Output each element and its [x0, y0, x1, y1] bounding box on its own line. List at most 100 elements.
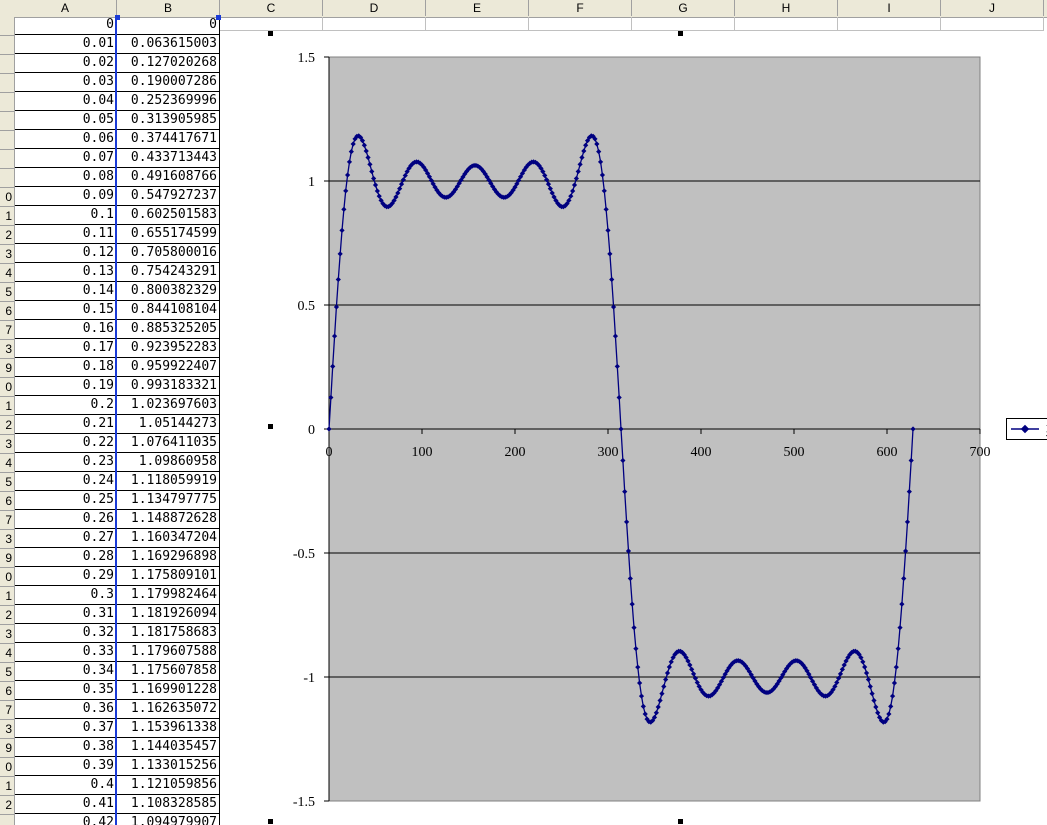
cell-b[interactable]: 1.094979907	[117, 814, 220, 825]
cell-b[interactable]: 1.108328585	[117, 795, 220, 814]
cell-a[interactable]: 0.2	[15, 396, 117, 415]
column-header-c[interactable]: C	[220, 0, 323, 16]
cell-b[interactable]: 1.133015256	[117, 757, 220, 776]
row-header[interactable]: 0	[0, 188, 14, 207]
cell-a[interactable]: 0.06	[15, 130, 117, 149]
chart-resize-handle-icon[interactable]	[268, 424, 273, 429]
cell-a[interactable]: 0.02	[15, 54, 117, 73]
column-header-g[interactable]: G	[632, 0, 735, 16]
empty-cell[interactable]	[632, 17, 735, 31]
cell-a[interactable]: 0.31	[15, 605, 117, 624]
cell-a[interactable]: 0.36	[15, 700, 117, 719]
row-header[interactable]: 5	[0, 473, 14, 492]
row-header[interactable]: 1	[0, 587, 14, 606]
row-header[interactable]: 3	[0, 340, 14, 359]
cell-b[interactable]: 1.179982464	[117, 586, 220, 605]
cell-a[interactable]: 0.08	[15, 168, 117, 187]
cell-b[interactable]: 1.160347204	[117, 529, 220, 548]
column-header-h[interactable]: H	[735, 0, 838, 16]
row-header[interactable]: 5	[0, 663, 14, 682]
cell-a[interactable]: 0.01	[15, 35, 117, 54]
row-header[interactable]: 3	[0, 245, 14, 264]
row-header[interactable]: 2	[0, 606, 14, 625]
column-header-i[interactable]: I	[838, 0, 941, 16]
cell-b[interactable]: 0.127020268	[117, 54, 220, 73]
cell-b[interactable]: 0.374417671	[117, 130, 220, 149]
cell-a[interactable]: 0.14	[15, 282, 117, 301]
cell-b[interactable]: 0.959922407	[117, 358, 220, 377]
cell-a[interactable]: 0.13	[15, 263, 117, 282]
cell-a[interactable]: 0.04	[15, 92, 117, 111]
cell-a[interactable]: 0.32	[15, 624, 117, 643]
cell-b[interactable]: 1.121059856	[117, 776, 220, 795]
row-header[interactable]: 4	[0, 454, 14, 473]
cell-b[interactable]: 1.162635072	[117, 700, 220, 719]
empty-cell[interactable]	[220, 17, 323, 31]
cell-b[interactable]: 0.547927237	[117, 187, 220, 206]
cell-a[interactable]: 0.1	[15, 206, 117, 225]
row-header[interactable]	[0, 36, 14, 55]
row-header[interactable]	[0, 169, 14, 188]
cell-a[interactable]: 0.26	[15, 510, 117, 529]
cell-a[interactable]: 0.18	[15, 358, 117, 377]
cell-a[interactable]: 0.34	[15, 662, 117, 681]
chart-resize-handle-icon[interactable]	[678, 31, 683, 36]
column-header-e[interactable]: E	[426, 0, 529, 16]
cell-a[interactable]: 0.21	[15, 415, 117, 434]
empty-cell[interactable]	[735, 17, 838, 31]
cell-a[interactable]: 0.16	[15, 320, 117, 339]
cell-b[interactable]: 1.148872628	[117, 510, 220, 529]
chart-resize-handle-icon[interactable]	[268, 31, 273, 36]
row-header[interactable]: 7	[0, 701, 14, 720]
chart-object[interactable]: 1.5 1 0.5 0 -0.5 -1 -1.5 0 100 200 300 400 500 600 700	[270, 33, 1047, 825]
cell-b[interactable]: 0.433713443	[117, 149, 220, 168]
cell-a[interactable]: 0.12	[15, 244, 117, 263]
cell-b[interactable]: 0.252369996	[117, 92, 220, 111]
cell-a[interactable]: 0.39	[15, 757, 117, 776]
cell-a[interactable]: 0.24	[15, 472, 117, 491]
cell-a[interactable]: 0.19	[15, 377, 117, 396]
row-header[interactable]: 9	[0, 549, 14, 568]
row-header[interactable]: 1	[0, 207, 14, 226]
row-header[interactable]: 3	[0, 530, 14, 549]
cell-b[interactable]: 0	[117, 17, 220, 35]
cell-b[interactable]: 1.175607858	[117, 662, 220, 681]
row-header[interactable]	[0, 150, 14, 169]
cell-b[interactable]: 1.181926094	[117, 605, 220, 624]
cell-b[interactable]: 1.05144273	[117, 415, 220, 434]
row-header[interactable]: 6	[0, 302, 14, 321]
empty-cell[interactable]	[941, 17, 1044, 31]
cell-b[interactable]: 0.993183321	[117, 377, 220, 396]
cell-b[interactable]: 0.602501583	[117, 206, 220, 225]
cell-a[interactable]: 0.4	[15, 776, 117, 795]
cell-a[interactable]: 0.03	[15, 73, 117, 92]
cell-b[interactable]: 1.134797775	[117, 491, 220, 510]
cell-a[interactable]: 0.11	[15, 225, 117, 244]
row-header[interactable]: 0	[0, 568, 14, 587]
row-header[interactable]: 9	[0, 739, 14, 758]
row-header[interactable]: 2	[0, 226, 14, 245]
chart-resize-handle-icon[interactable]	[678, 819, 683, 824]
cell-a[interactable]: 0.33	[15, 643, 117, 662]
cell-a[interactable]: 0.41	[15, 795, 117, 814]
row-header[interactable]	[0, 112, 14, 131]
cell-a[interactable]: 0.25	[15, 491, 117, 510]
cell-b[interactable]: 0.705800016	[117, 244, 220, 263]
column-header-b[interactable]: B	[117, 0, 220, 16]
cell-a[interactable]: 0.05	[15, 111, 117, 130]
cell-a[interactable]: 0.35	[15, 681, 117, 700]
row-header[interactable]: 1	[0, 397, 14, 416]
cell-b[interactable]: 1.076411035	[117, 434, 220, 453]
cell-b[interactable]: 0.491608766	[117, 168, 220, 187]
empty-cell[interactable]	[838, 17, 941, 31]
row-header[interactable]: 3	[0, 435, 14, 454]
cell-b[interactable]: 0.190007286	[117, 73, 220, 92]
cell-a[interactable]: 0.17	[15, 339, 117, 358]
column-header-d[interactable]: D	[323, 0, 426, 16]
cell-b[interactable]: 1.175809101	[117, 567, 220, 586]
cell-b[interactable]: 0.885325205	[117, 320, 220, 339]
row-header[interactable]: 5	[0, 283, 14, 302]
row-header[interactable]: 3	[0, 720, 14, 739]
cell-a[interactable]: 0.27	[15, 529, 117, 548]
empty-cell[interactable]	[323, 17, 426, 31]
